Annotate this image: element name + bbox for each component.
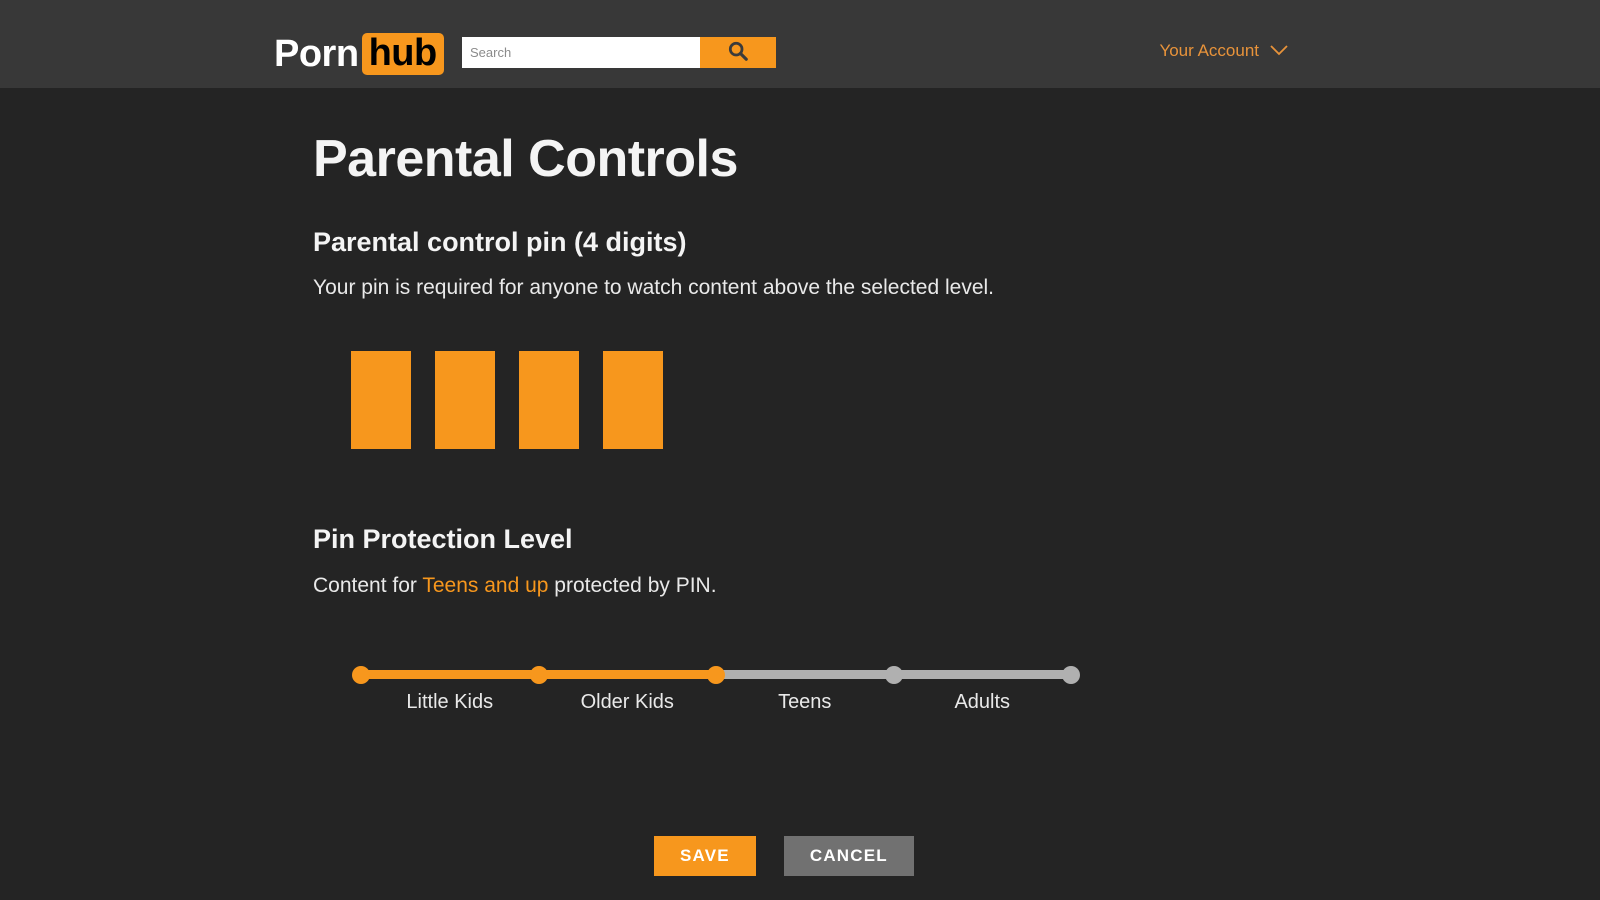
site-header: Pornhub Your Account (0, 0, 1600, 88)
slider-label-teens[interactable]: Teens (778, 692, 831, 712)
pin-digit-input-3[interactable] (519, 351, 579, 450)
logo-text-primary: Porn (274, 33, 359, 75)
chevron-down-icon (1270, 45, 1288, 56)
slider-knob-2[interactable] (707, 666, 725, 685)
pin-section-title: Parental control pin (4 digits) (313, 226, 687, 257)
parental-controls-page: Parental Controls Parental control pin (… (0, 88, 1600, 900)
level-desc-suffix: protected by PIN. (548, 573, 717, 597)
logo-text-secondary: hub (361, 33, 444, 75)
slider-label-older-kids[interactable]: Older Kids (581, 692, 674, 712)
pin-section-description: Your pin is required for anyone to watch… (313, 276, 994, 300)
slider-label-little-kids[interactable]: Little Kids (406, 692, 493, 712)
pin-digit-input-1[interactable] (351, 351, 411, 450)
protection-level-slider[interactable]: Little Kids Older Kids Teens Adults (351, 646, 1081, 712)
search-bar (462, 37, 776, 68)
level-desc-selected-level: Teens and up (422, 573, 549, 597)
slider-knob-0[interactable] (352, 666, 370, 685)
slider-knob-1[interactable] (529, 666, 548, 685)
slider-knob-4[interactable] (1062, 666, 1080, 685)
account-menu[interactable]: Your Account (1159, 42, 1288, 59)
account-menu-label: Your Account (1159, 41, 1259, 60)
save-button[interactable]: SAVE (654, 836, 756, 876)
pin-input-group (351, 351, 1600, 450)
level-section-description: Content for Teens and up protected by PI… (313, 573, 1600, 599)
level-desc-prefix: Content for (313, 573, 423, 597)
cancel-button[interactable]: CANCEL (783, 836, 914, 876)
slider-label-adults[interactable]: Adults (954, 692, 1010, 712)
pin-digit-input-4[interactable] (603, 351, 663, 450)
search-button[interactable] (700, 37, 776, 68)
level-section-title: Pin Protection Level (313, 524, 573, 555)
site-logo[interactable]: Porn hub (274, 33, 444, 75)
search-icon (727, 40, 749, 65)
pin-section: Parental control pin (4 digits) Your pin… (313, 226, 1600, 450)
slider-knob-3[interactable] (884, 666, 903, 685)
slider-label-group: Little Kids Older Kids Teens Adults (351, 692, 1081, 718)
pin-digit-input-2[interactable] (435, 351, 495, 450)
page-title: Parental Controls (313, 130, 738, 188)
search-input[interactable] (462, 37, 700, 68)
pin-protection-level-section: Pin Protection Level Content for Teens a… (313, 523, 1600, 712)
form-actions: SAVE CANCEL (654, 836, 914, 876)
